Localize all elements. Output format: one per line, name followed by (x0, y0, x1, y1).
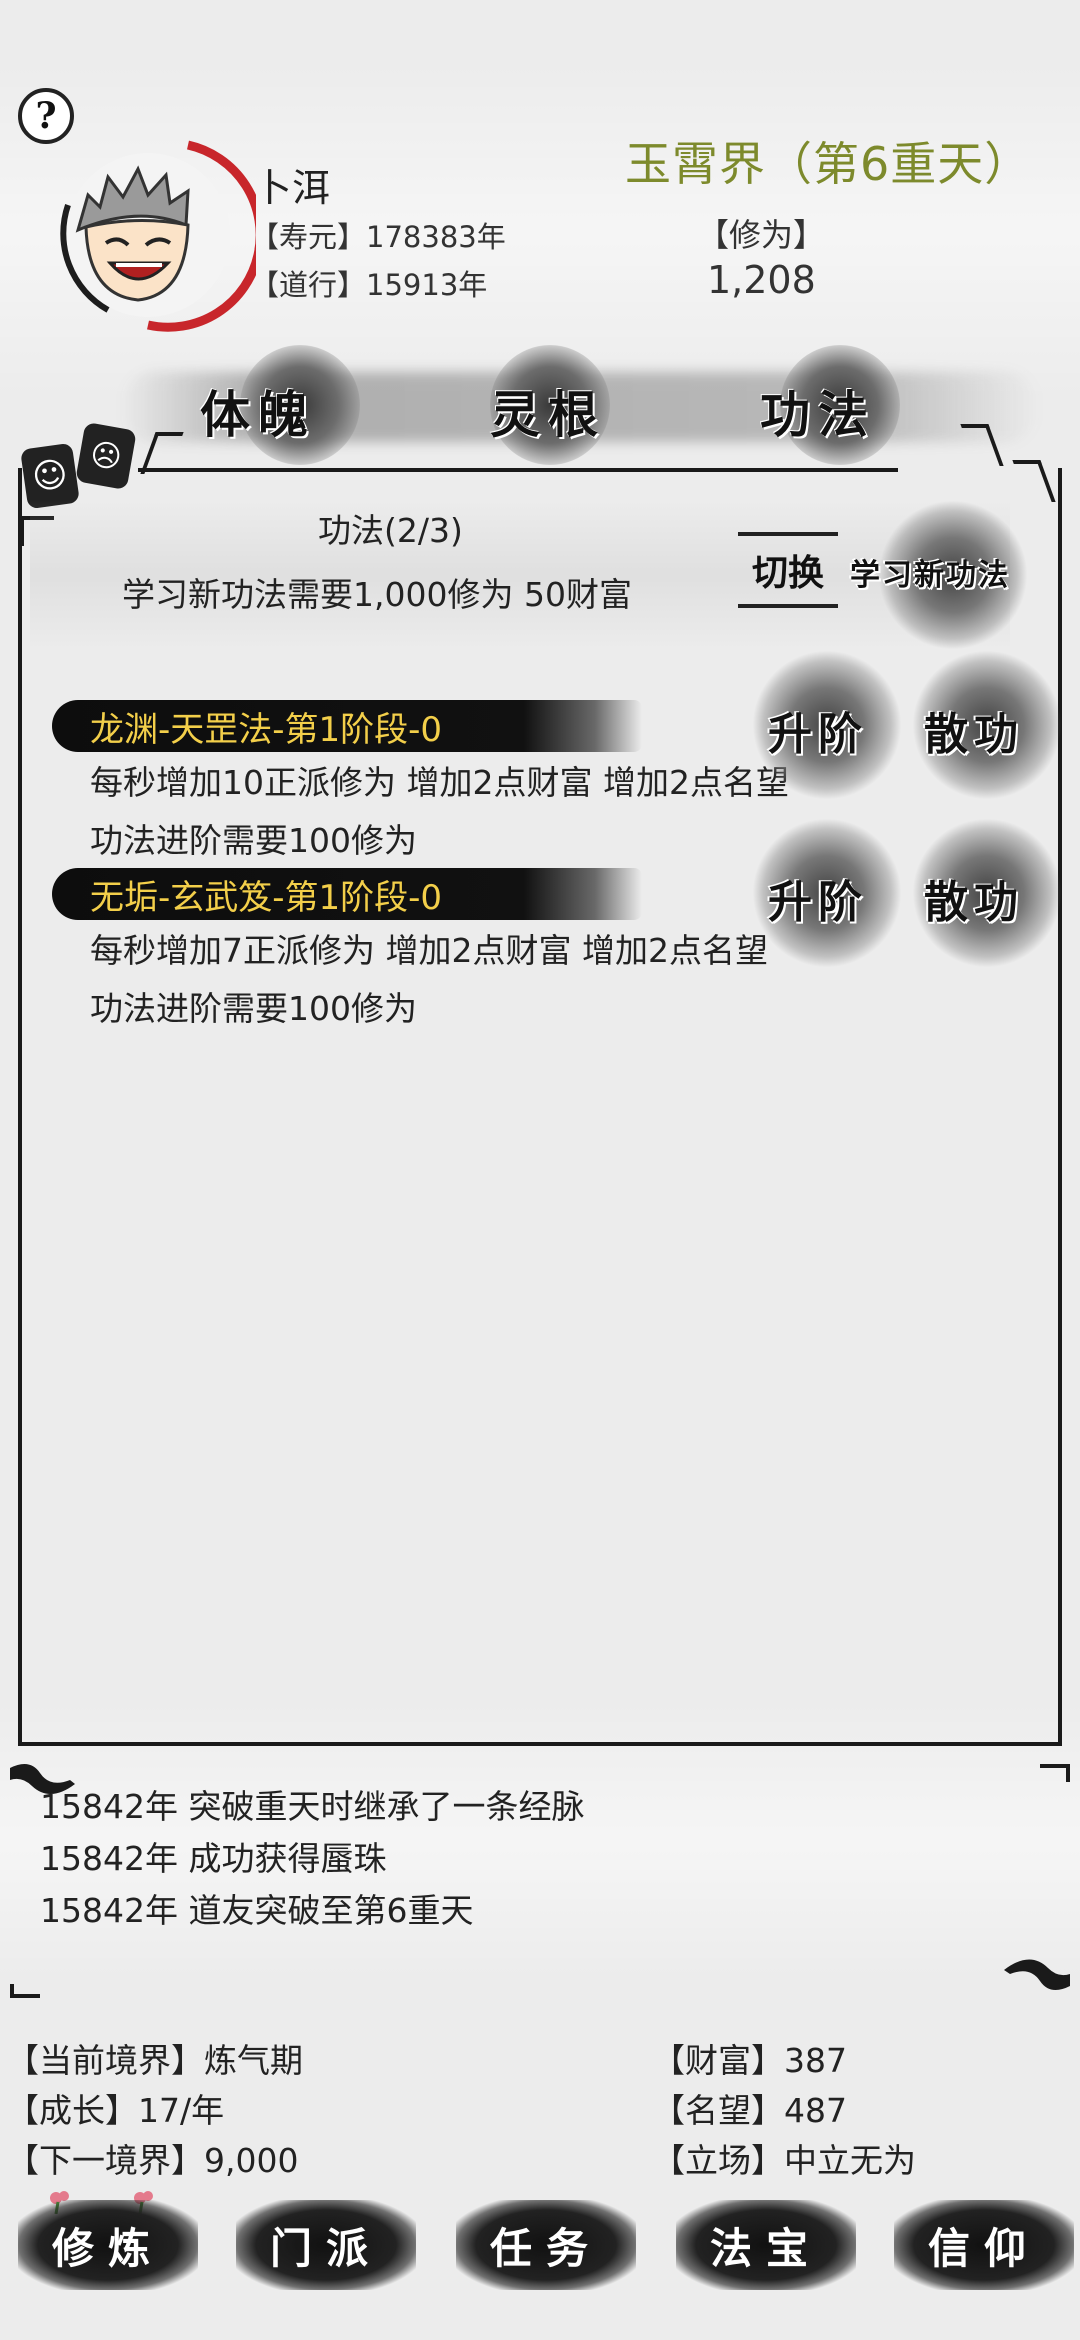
tab-body[interactable]: 体魄 (200, 345, 360, 465)
upgrade-button[interactable]: 升阶 (752, 650, 902, 800)
techniques-panel (18, 468, 1062, 1746)
fame-value: 487 (784, 2091, 847, 2130)
log-entry: 15842年 道友突破至第6重天 (40, 1891, 474, 1930)
nav-faith-label: 信仰 (927, 2223, 1040, 2273)
skill-name-banner: 无垢-玄武笈-第1阶段-0 (52, 868, 642, 920)
stance-label: 【立场】 (652, 2141, 784, 2180)
log-corner (10, 1984, 40, 1998)
dao-stat: 【道行】15913年 (250, 262, 487, 304)
panel-top-border (138, 468, 898, 472)
player-name: 卜洱 (254, 166, 331, 210)
cultivation-value: 1,208 (707, 258, 816, 302)
stance-value: 中立无为 (784, 2141, 916, 2180)
nav-quests-label: 任务 (489, 2223, 602, 2273)
nav-sect-label: 门派 (269, 2223, 382, 2273)
skill-effect: 每秒增加10正派修为 增加2点财富 增加2点名望 (90, 763, 789, 802)
growth-stat: 【成长】17/年 (6, 2084, 224, 2132)
avatar-portrait-icon (60, 140, 265, 332)
upgrade-button[interactable]: 升阶 (752, 818, 902, 968)
nav-treasures[interactable]: 法宝 (676, 2200, 856, 2290)
tab-spirit-root[interactable]: 灵根 (480, 345, 620, 465)
dismiss-button-label: 散功 (924, 709, 1024, 760)
nav-cultivate[interactable]: 修炼 (18, 2200, 198, 2290)
dismiss-button[interactable]: 散功 (912, 818, 1062, 968)
skill-advance-requirement: 功法进阶需要100修为 (90, 821, 417, 860)
upgrade-button-label: 升阶 (768, 709, 868, 760)
lifespan-value: 178383年 (366, 220, 506, 254)
nav-treasures-label: 法宝 (709, 2223, 822, 2273)
skill-name: 无垢-玄武笈-第1阶段-0 (90, 877, 443, 918)
realm-stat: 【当前境界】炼气期 (6, 2034, 303, 2082)
next-realm-value: 9,000 (204, 2141, 299, 2180)
tab-techniques-label: 功法 (760, 385, 876, 444)
growth-value: 17/年 (138, 2091, 225, 2130)
learn-new-technique-label: 学习新功法 (850, 558, 1010, 593)
skill-advance-requirement: 功法进阶需要100修为 (90, 989, 417, 1028)
lifespan-label: 【寿元】 (250, 220, 367, 254)
realm-title: 玉霄界（第6重天） (625, 137, 1032, 191)
tab-body-label: 体魄 (200, 385, 316, 444)
nav-sect[interactable]: 门派 (236, 2200, 416, 2290)
skill-effect: 每秒增加7正派修为 增加2点财富 增加2点名望 (90, 931, 768, 970)
realm-label: 【当前境界】 (6, 2041, 204, 2080)
wealth-value: 387 (784, 2041, 847, 2080)
switch-button[interactable]: 切换 (738, 532, 838, 608)
tab-spirit-root-label: 灵根 (490, 385, 606, 444)
dismiss-button-label: 散功 (924, 877, 1024, 928)
log-corner (1040, 1764, 1070, 1782)
upgrade-button-label: 升阶 (768, 877, 868, 928)
dao-label: 【道行】 (250, 268, 367, 302)
switch-button-label: 切换 (751, 552, 824, 594)
avatar[interactable] (38, 135, 265, 335)
dismiss-button[interactable]: 散功 (912, 650, 1062, 800)
wealth-label: 【财富】 (652, 2041, 784, 2080)
log-corner-ornament (996, 1936, 1070, 1996)
growth-label: 【成长】 (6, 2091, 138, 2130)
realm-value: 炼气期 (204, 2041, 303, 2080)
log-entry: 15842年 突破重天时继承了一条经脉 (40, 1787, 585, 1826)
fame-stat: 【名望】487 (652, 2084, 847, 2132)
dao-value: 15913年 (366, 268, 488, 302)
nav-faith[interactable]: 信仰 (894, 2200, 1074, 2290)
tab-techniques[interactable]: 功法 (760, 345, 900, 465)
skill-name-banner: 龙渊-天罡法-第1阶段-0 (52, 700, 642, 752)
cultivation-label: 【修为】 (697, 216, 826, 254)
nav-cultivate-label: 修炼 (51, 2223, 164, 2273)
log-entry: 15842年 成功获得蜃珠 (40, 1839, 387, 1878)
fame-label: 【名望】 (652, 2091, 784, 2130)
skill-name: 龙渊-天罡法-第1阶段-0 (90, 709, 443, 750)
wealth-stat: 【财富】387 (652, 2034, 847, 2082)
lifespan-stat: 【寿元】178383年 (250, 214, 506, 256)
help-icon-glyph: ? (35, 95, 57, 137)
nav-quests[interactable]: 任务 (456, 2200, 636, 2290)
learn-new-technique-button[interactable]: 学习新功法 (848, 500, 1048, 650)
next-realm-label: 【下一境界】 (6, 2141, 204, 2180)
next-realm-stat: 【下一境界】9,000 (6, 2134, 298, 2182)
learn-requirement: 学习新功法需要1,000修为 50财富 (122, 575, 632, 614)
stance-stat: 【立场】中立无为 (652, 2134, 916, 2182)
panel-title: 功法(2/3) (318, 511, 463, 550)
